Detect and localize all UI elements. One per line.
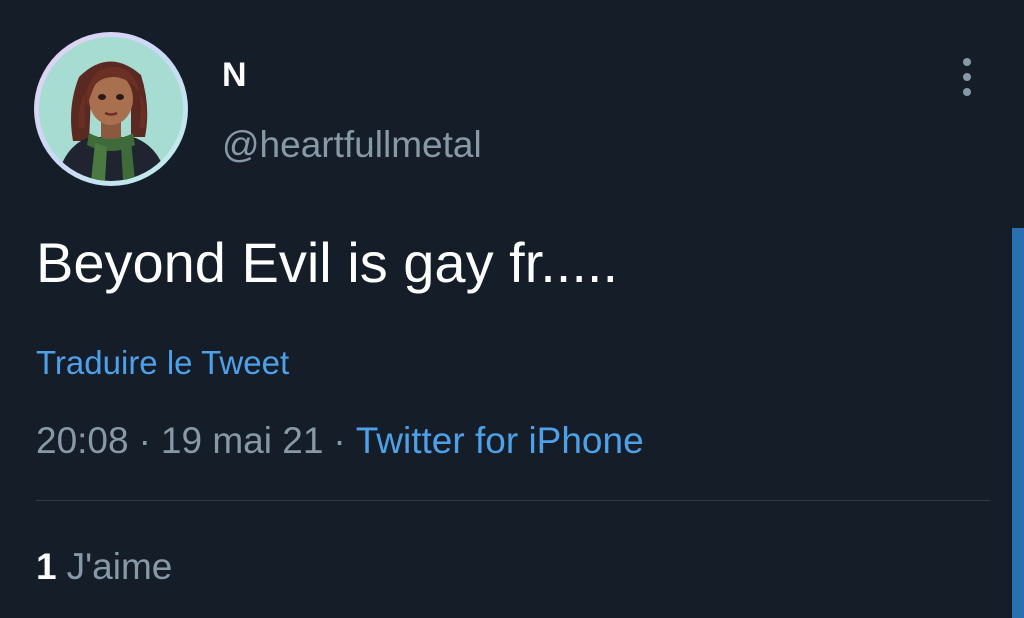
avatar-image: [39, 37, 183, 181]
tweet-metadata: 20:08 · 19 mai 21 · Twitter for iPhone: [36, 418, 644, 464]
tweet-source-link[interactable]: Twitter for iPhone: [356, 420, 644, 461]
display-name[interactable]: N: [222, 54, 247, 96]
tweet-date: 19 mai 21: [160, 420, 324, 461]
more-options-button[interactable]: [950, 58, 984, 96]
tweet-time: 20:08: [36, 420, 129, 461]
user-handle[interactable]: @heartfullmetal: [222, 122, 482, 168]
avatar[interactable]: [34, 32, 188, 186]
translate-tweet-link[interactable]: Traduire le Tweet: [36, 342, 289, 384]
meta-separator: ·: [138, 420, 151, 461]
scroll-indicator[interactable]: [1012, 228, 1024, 618]
more-vertical-icon-dot-3: [963, 88, 971, 96]
likes-stat[interactable]: 1 J'aime: [36, 544, 172, 590]
divider: [36, 500, 990, 501]
avatar-illustration: [39, 37, 183, 181]
tweet-text: Beyond Evil is gay fr.....: [36, 231, 619, 294]
likes-label: J'aime: [66, 546, 173, 587]
meta-separator-2: ·: [333, 420, 346, 461]
more-vertical-icon: [963, 58, 971, 66]
more-vertical-icon-dot-2: [963, 73, 971, 81]
likes-count: 1: [36, 546, 57, 587]
tweet-detail: N @heartfullmetal Beyond Evil is gay fr.…: [0, 0, 1024, 618]
